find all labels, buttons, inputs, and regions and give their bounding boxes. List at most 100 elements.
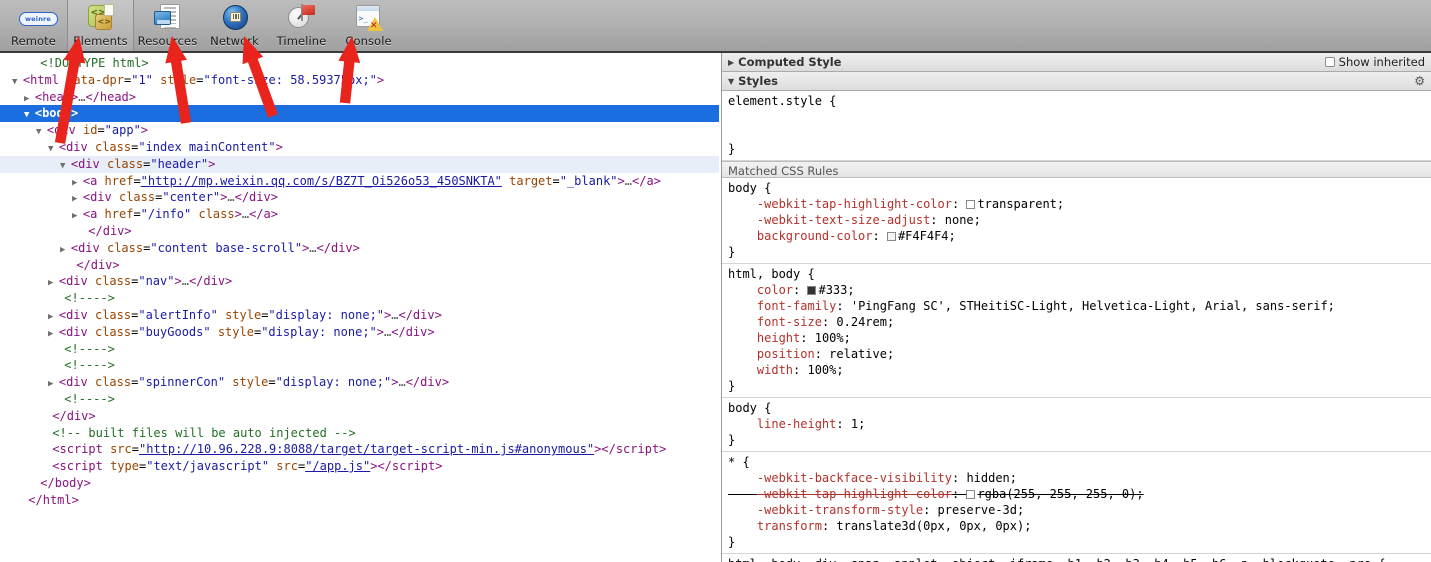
color-swatch[interactable] xyxy=(966,490,976,499)
css-property[interactable]: -webkit-backface-visibility xyxy=(757,471,952,485)
css-rules-list[interactable]: element.style { } Matched CSS Rules body {… xyxy=(722,91,1431,562)
css-value[interactable]: 'PingFang SC', STHeitiSC-Light, Helvetic… xyxy=(851,299,1328,313)
css-declaration[interactable]: font-size: 0.24rem; xyxy=(728,314,1425,330)
css-declaration[interactable]: -webkit-transform-style: preserve-3d; xyxy=(728,502,1425,518)
expand-triangle-icon[interactable]: ▶ xyxy=(72,211,83,221)
dom-node-row[interactable]: ▶ <head>…</head> xyxy=(0,89,719,106)
css-declaration[interactable]: transform: translate3d(0px, 0px, 0px); xyxy=(728,518,1425,534)
css-declaration[interactable]: height: 100%; xyxy=(728,330,1425,346)
css-property[interactable]: position xyxy=(757,347,815,361)
dom-node-row[interactable]: <script src="http://10.96.228.9:8088/tar… xyxy=(0,441,719,458)
tab-network[interactable]: Network xyxy=(201,0,268,51)
css-value[interactable]: rgba(255, 255, 255, 0) xyxy=(977,487,1136,501)
css-property[interactable]: -webkit-tap-highlight-color xyxy=(757,197,952,211)
css-value[interactable]: none xyxy=(945,213,974,227)
css-property[interactable]: font-family xyxy=(757,299,836,313)
css-property[interactable]: height xyxy=(757,331,800,345)
checkbox-icon[interactable] xyxy=(1324,57,1335,67)
color-swatch[interactable] xyxy=(886,232,896,241)
dom-node-row[interactable]: </div> xyxy=(0,408,719,425)
tab-elements[interactable]: <> <> Elements xyxy=(67,0,134,51)
css-property[interactable]: -webkit-transform-style xyxy=(757,503,923,517)
css-value[interactable]: 1 xyxy=(851,417,858,431)
expand-triangle-icon[interactable]: ▶ xyxy=(72,178,83,188)
dom-node-row[interactable]: ▼ <div class="header"> xyxy=(0,155,719,173)
dom-node-row[interactable]: </div> xyxy=(0,223,719,240)
css-rule[interactable]: * { -webkit-backface-visibility: hidden;… xyxy=(722,452,1431,554)
css-declaration[interactable]: width: 100%; xyxy=(728,362,1425,378)
dom-node-row[interactable]: ▶ <div class="content base-scroll">…</di… xyxy=(0,240,719,257)
dom-node-row[interactable]: ▶ <a href="http://mp.weixin.qq.com/s/BZ7… xyxy=(0,173,719,190)
dom-node-row[interactable]: <!----> xyxy=(0,341,719,358)
computed-style-section-header[interactable]: ▶ Computed Style Show inherited xyxy=(722,53,1431,72)
dom-node-row[interactable]: </html> xyxy=(0,492,719,509)
css-property[interactable]: background-color xyxy=(757,229,873,243)
dom-node-row[interactable]: </div> xyxy=(0,257,719,274)
gear-icon[interactable]: ⚙ xyxy=(1414,74,1425,88)
css-property[interactable]: font-size xyxy=(757,315,822,329)
css-rule[interactable]: body { -webkit-tap-highlight-color: tran… xyxy=(722,178,1431,264)
css-declaration[interactable]: -webkit-backface-visibility: hidden; xyxy=(728,470,1425,486)
dom-node-row[interactable]: ▼ <div id="app"> xyxy=(0,122,719,139)
css-value[interactable]: hidden xyxy=(966,471,1009,485)
css-property[interactable]: width xyxy=(757,363,793,377)
tab-remote[interactable]: weinre Remote xyxy=(0,0,67,51)
css-value[interactable]: translate3d(0px, 0px, 0px) xyxy=(836,519,1024,533)
css-declaration[interactable]: -webkit-text-size-adjust: none; xyxy=(728,212,1425,228)
css-rule-clipped[interactable]: html, body, div, span, applet, object, i… xyxy=(722,554,1431,562)
dom-node-row[interactable]: <!----> xyxy=(0,290,719,307)
show-inherited-toggle[interactable]: Show inherited xyxy=(1324,55,1425,69)
collapse-triangle-icon[interactable]: ▼ xyxy=(60,161,71,171)
dom-node-row[interactable]: <!DOCTYPE html> xyxy=(0,55,719,72)
css-selector[interactable]: * { xyxy=(728,454,1425,470)
css-declaration[interactable]: line-height: 1; xyxy=(728,416,1425,432)
dom-node-row[interactable]: <script type="text/javascript" src="/app… xyxy=(0,458,719,475)
css-declaration[interactable]: position: relative; xyxy=(728,346,1425,362)
css-value[interactable]: preserve-3d xyxy=(938,503,1017,517)
dom-node-row[interactable]: ▶ <div class="alertInfo" style="display:… xyxy=(0,307,719,324)
css-property[interactable]: -webkit-text-size-adjust xyxy=(757,213,930,227)
expand-triangle-icon[interactable]: ▶ xyxy=(24,94,35,104)
css-declaration[interactable]: background-color: #F4F4F4; xyxy=(728,228,1425,244)
css-value[interactable]: #333 xyxy=(818,283,847,297)
dom-node-row[interactable]: ▼ <html data-dpr="1" style="font-size: 5… xyxy=(0,72,719,89)
css-rule[interactable]: html, body { color: #333; font-family: '… xyxy=(722,264,1431,398)
expand-triangle-icon[interactable]: ▶ xyxy=(48,379,59,389)
css-declaration[interactable]: font-family: 'PingFang SC', STHeitiSC-Li… xyxy=(728,298,1425,314)
dom-node-row[interactable]: </body> xyxy=(0,475,719,492)
css-declaration[interactable]: color: #333; xyxy=(728,282,1425,298)
tab-timeline[interactable]: Timeline xyxy=(268,0,335,51)
css-selector[interactable]: html, body, div, span, applet, object, i… xyxy=(728,556,1425,562)
css-rule-element-style[interactable]: element.style { } xyxy=(722,91,1431,161)
tab-resources[interactable]: Resources xyxy=(134,0,201,51)
css-selector[interactable]: html, body { xyxy=(728,266,1425,282)
expand-triangle-icon[interactable]: ▶ xyxy=(72,194,83,204)
expand-triangle-icon[interactable]: ▶ xyxy=(48,312,59,322)
css-property[interactable]: -webkit-tap-highlight-color xyxy=(757,487,952,501)
css-property[interactable]: line-height xyxy=(757,417,836,431)
dom-node-row[interactable]: ▶ <a href="/info" class>…</a> xyxy=(0,206,719,223)
css-declaration[interactable]: -webkit-tap-highlight-color: transparent… xyxy=(728,196,1425,212)
expand-triangle-icon[interactable]: ▶ xyxy=(60,245,71,255)
collapse-triangle-icon[interactable]: ▼ xyxy=(48,144,59,154)
dom-node-row[interactable]: ▶ <div class="buyGoods" style="display: … xyxy=(0,324,719,341)
css-rule[interactable]: body { line-height: 1;} xyxy=(722,398,1431,452)
collapse-triangle-icon[interactable]: ▼ xyxy=(36,127,47,137)
css-selector[interactable]: body { xyxy=(728,180,1425,196)
css-value[interactable]: 100% xyxy=(807,363,836,377)
color-swatch[interactable] xyxy=(966,200,976,209)
styles-section-header[interactable]: ▼ Styles ⚙ xyxy=(722,72,1431,91)
css-value[interactable]: relative xyxy=(829,347,887,361)
css-value[interactable]: #F4F4F4 xyxy=(898,229,949,243)
expand-triangle-icon[interactable]: ▶ xyxy=(48,329,59,339)
dom-node-row[interactable]: ▶ <div class="nav">…</div> xyxy=(0,273,719,290)
css-property[interactable]: transform xyxy=(757,519,822,533)
dom-node-row[interactable]: ▶ <div class="center">…</div> xyxy=(0,189,719,206)
css-value[interactable]: 0.24rem xyxy=(836,315,887,329)
css-declaration[interactable]: -webkit-tap-highlight-color: rgba(255, 2… xyxy=(728,486,1425,502)
color-swatch[interactable] xyxy=(807,286,817,295)
css-selector[interactable]: element.style { xyxy=(728,93,1425,109)
dom-node-row[interactable]: <!-- built files will be auto injected -… xyxy=(0,425,719,442)
expand-triangle-icon[interactable]: ▶ xyxy=(48,278,59,288)
dom-tree-panel[interactable]: <!DOCTYPE html> ▼ <html data-dpr="1" styl… xyxy=(0,55,719,562)
